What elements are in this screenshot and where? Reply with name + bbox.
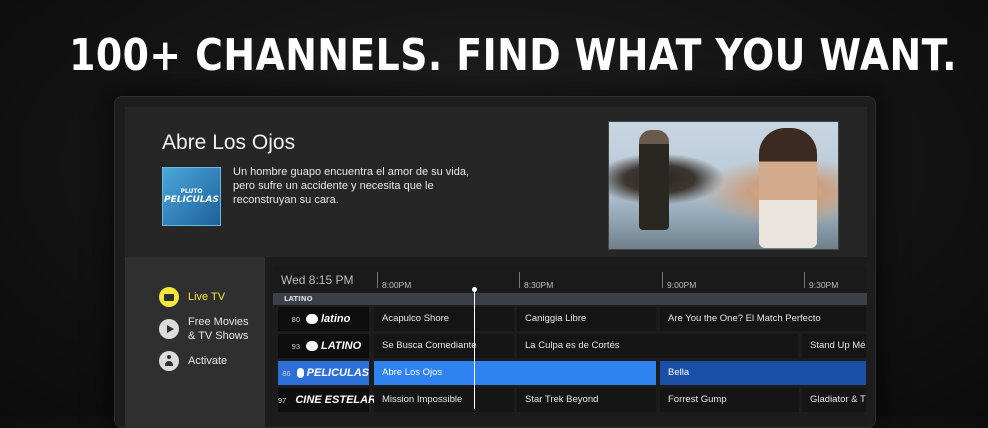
thumbnail-brand: PLUTO <box>180 188 203 195</box>
channel-row-selected: 86 PELICULAS Abre Los Ojos Bella <box>273 361 867 385</box>
channel-name: latino <box>321 313 351 325</box>
tv-frame: Abre Los Ojos PLUTO PELICULAS Un hombre … <box>114 96 876 428</box>
time-slot-label: 8:00PM <box>377 272 411 290</box>
channel-name: LATINO <box>321 340 362 352</box>
program-title: Abre Los Ojos <box>162 131 296 154</box>
mtv-logo-icon <box>306 314 318 324</box>
channel-row: 93 LATINO Se Busca Comediante La Culpa e… <box>273 334 867 358</box>
play-icon <box>159 319 179 339</box>
person-icon <box>159 351 179 371</box>
channel-name: PELICULAS <box>306 367 369 379</box>
time-slot-label: 8:30PM <box>519 272 553 290</box>
channel-row: 80 latino Acapulco Shore Caniggia Libre … <box>273 307 867 331</box>
program-cell[interactable]: Star Trek Beyond <box>517 388 656 412</box>
program-cell[interactable]: La Culpa es de Cortés <box>517 334 798 358</box>
program-cell[interactable]: Forrest Gump <box>660 388 799 412</box>
channel-thumbnail: PLUTO PELICULAS <box>162 167 221 226</box>
program-cell[interactable]: Acapulco Shore <box>374 307 514 331</box>
program-description: Un hombre guapo encuentra el amor de su … <box>233 166 470 206</box>
now-indicator-line <box>474 289 475 409</box>
channel-row: 97 CINE ESTELAR Mission Impossible Star … <box>273 388 867 412</box>
nav-label-free-movies: Free Movies & TV Shows <box>188 316 249 342</box>
channel-number: 93 <box>291 341 300 351</box>
program-cell[interactable]: Mission Impossible <box>374 388 514 412</box>
time-bar: Wed 8:15 PM 8:00PM 8:30PM 9:00PM 9:30PM <box>273 267 867 293</box>
program-cell[interactable]: Gladiator & T <box>802 388 866 412</box>
video-preview[interactable] <box>608 121 839 250</box>
program-cell[interactable]: Caniggia Libre <box>517 307 656 331</box>
time-slot-label: 9:00PM <box>662 272 696 290</box>
side-nav: Live TV Free Movies & TV Shows Activate <box>125 257 265 427</box>
channel-guide: Live TV Free Movies & TV Shows Activate … <box>125 257 867 427</box>
nav-label-activate: Activate <box>188 355 228 367</box>
preview-figure-man <box>639 130 669 230</box>
channel-logo[interactable]: 80 latino <box>278 307 369 331</box>
nav-item-activate[interactable]: Activate <box>159 351 227 371</box>
comedy-central-logo-icon <box>306 341 318 351</box>
channel-number: 97 <box>278 395 287 405</box>
channel-number: 86 <box>282 368 291 378</box>
nav-item-free-movies[interactable]: Free Movies & TV Shows <box>159 315 256 343</box>
time-slot-label: 9:30PM <box>804 272 838 290</box>
channel-number: 80 <box>291 314 300 324</box>
program-cell[interactable]: Are You the One? El Match Perfecto <box>660 307 866 331</box>
channel-name: CINE ESTELAR <box>295 394 377 406</box>
thumbnail-channel: PELICULAS <box>164 195 219 205</box>
nav-label-live-tv: Live TV <box>188 291 226 303</box>
headline: 100+ CHANNELS. FIND WHAT YOU WANT. <box>69 30 957 81</box>
preview-figure-woman <box>759 128 817 248</box>
program-cell[interactable]: Stand Up Mé <box>802 334 866 358</box>
program-cell[interactable]: Bella <box>660 361 866 385</box>
now-indicator-dot <box>472 287 477 292</box>
program-cell[interactable]: Se Busca Comediante <box>374 334 514 358</box>
guide-grid: Wed 8:15 PM 8:00PM 8:30PM 9:00PM 9:30PM … <box>273 267 867 427</box>
nav-item-live-tv[interactable]: Live TV <box>159 287 225 307</box>
tv-icon <box>159 287 179 307</box>
tv-screen: Abre Los Ojos PLUTO PELICULAS Un hombre … <box>125 107 867 427</box>
channel-logo[interactable]: 86 PELICULAS <box>278 361 369 385</box>
channel-logo[interactable]: 97 CINE ESTELAR <box>278 388 376 412</box>
current-time: Wed 8:15 PM <box>281 273 354 287</box>
pluto-tv-logo-icon <box>296 368 304 378</box>
category-label: LATINO <box>273 293 867 305</box>
program-cell-focused[interactable]: Abre Los Ojos <box>374 361 656 385</box>
channel-logo[interactable]: 93 LATINO <box>278 334 369 358</box>
